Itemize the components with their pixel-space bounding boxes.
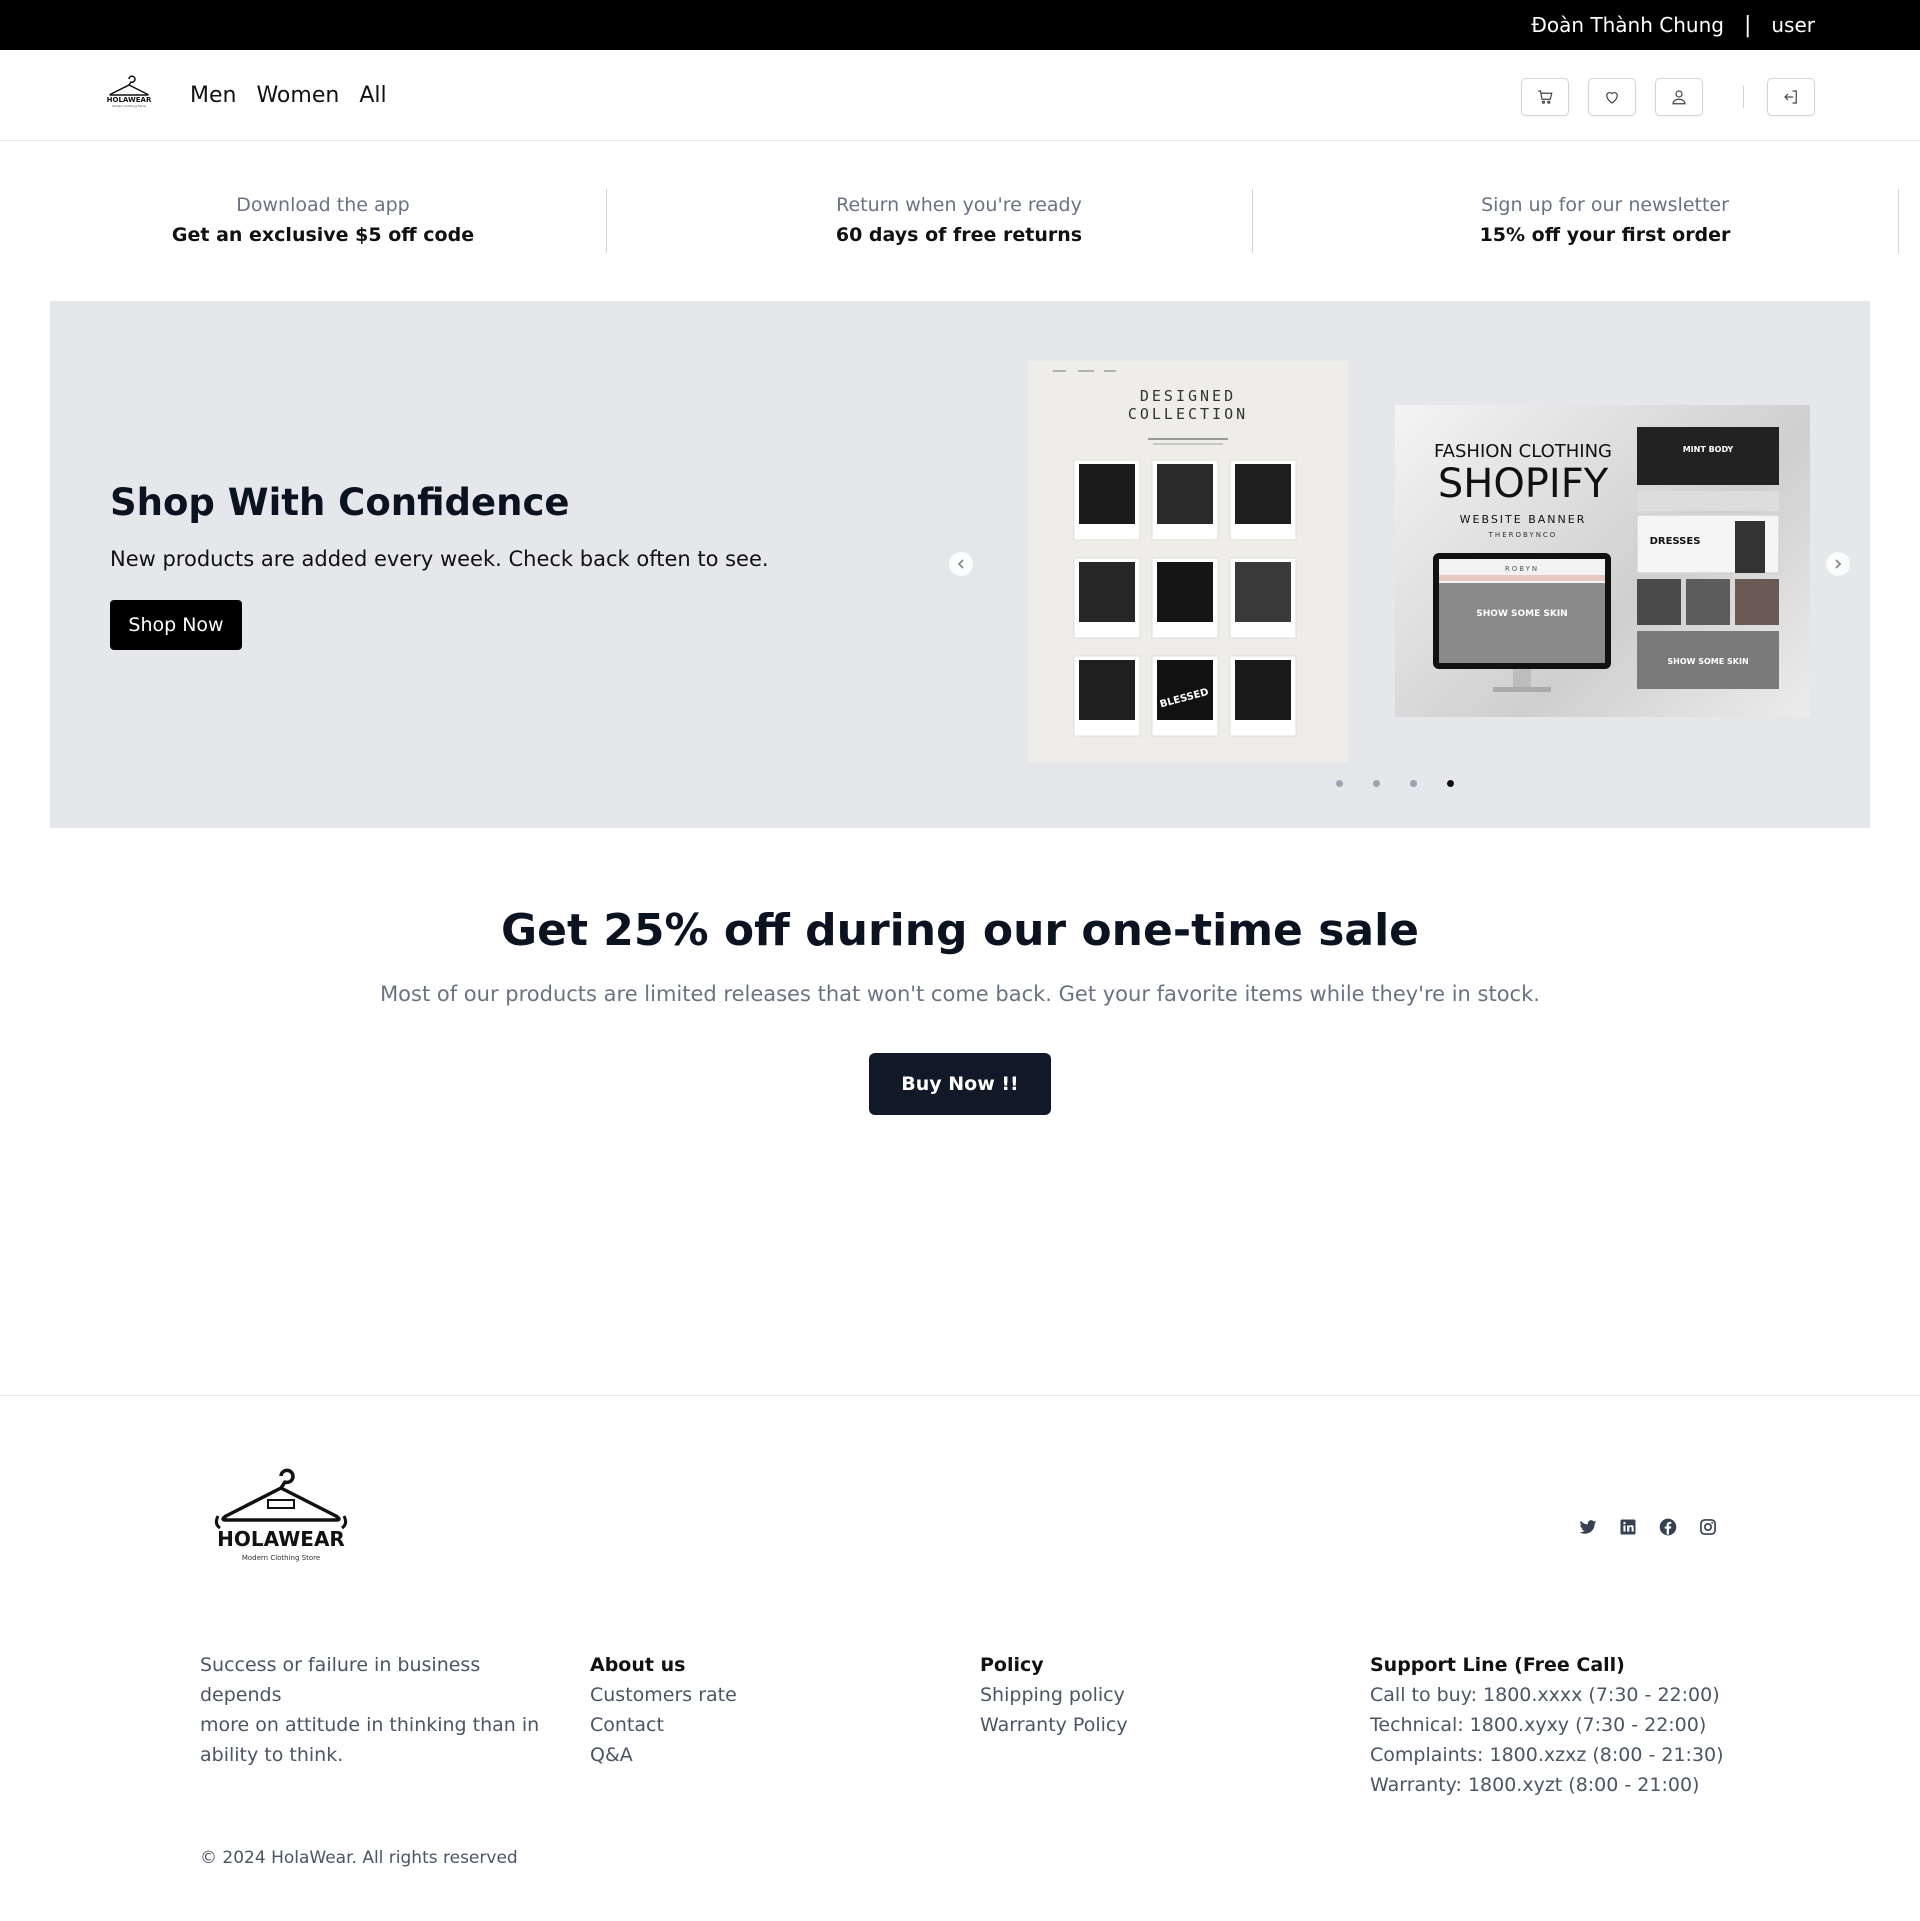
slide2-line4: THEROBYNCO — [1488, 531, 1558, 539]
carousel-dots — [1336, 780, 1454, 787]
logout-button[interactable] — [1767, 78, 1815, 116]
perk-app-main: Get an exclusive $5 off code — [171, 224, 475, 246]
slide2-line1: FASHION CLOTHING — [1434, 441, 1612, 462]
shopify-banner-image: FASHION CLOTHING SHOPIFY WEBSITE BANNER … — [1433, 427, 1780, 692]
buy-now-button[interactable]: Buy Now !! — [869, 1053, 1051, 1115]
user-role[interactable]: user — [1771, 13, 1815, 37]
carousel-dot-4[interactable] — [1447, 780, 1454, 787]
account-button[interactable] — [1655, 78, 1703, 116]
logout-icon — [1784, 90, 1797, 104]
twitter-icon[interactable] — [1578, 1517, 1598, 1537]
hero-title: Shop With Confidence — [110, 481, 570, 524]
sale-subtitle: Most of our products are limited release… — [380, 982, 1540, 1006]
hero-banner: Shop With Confidence New products are ad… — [50, 301, 1870, 828]
top-bar: Đoàn Thành Chung | user — [0, 0, 1920, 50]
user-icon — [1672, 90, 1686, 105]
nav-men[interactable]: Men — [190, 83, 236, 108]
logo-small-text: HOLAWEAR — [107, 96, 152, 104]
header-divider — [1743, 86, 1744, 108]
social-links — [1578, 1517, 1718, 1537]
hero-subtitle: New products are added every week. Check… — [110, 547, 769, 571]
footer-tagline-line: ability to think. — [200, 1744, 344, 1766]
support-line-buy: Call to buy: 1800.xxxx (7:30 - 22:00) — [1370, 1684, 1720, 1706]
footer-link-shipping-policy[interactable]: Shipping policy — [980, 1680, 1128, 1710]
perk-app: Download the app Get an exclusive $5 off… — [0, 190, 646, 250]
holawear-logo-small[interactable]: HOLAWEAR Modern Clothing Store — [106, 75, 152, 109]
sale-title: Get 25% off during our one-time sale — [500, 905, 1420, 956]
slide2-tile3: SHOW SOME SKIN — [1667, 657, 1748, 666]
perk-returns-main: 60 days of free returns — [835, 224, 1083, 246]
slide2-line3: WEBSITE BANNER — [1460, 513, 1587, 526]
slide1-title-2: COLLECTION — [1128, 405, 1248, 423]
perk-divider — [606, 189, 607, 253]
footer-link-contact[interactable]: Contact — [590, 1710, 737, 1740]
user-info: Đoàn Thành Chung | user — [1531, 0, 1815, 50]
logo-small-tagline: Modern Clothing Store — [112, 104, 146, 108]
nav-all[interactable]: All — [359, 83, 386, 108]
cart-icon — [1538, 90, 1553, 104]
perk-newsletter-sub: Sign up for our newsletter — [1481, 194, 1729, 216]
facebook-icon[interactable] — [1658, 1517, 1678, 1537]
footer-support-title: Support Line (Free Call) — [1370, 1654, 1625, 1676]
chevron-right-icon — [1835, 559, 1842, 569]
chevron-left-icon — [957, 559, 964, 569]
perk-returns: Return when you're ready 60 days of free… — [636, 190, 1282, 250]
shop-now-button[interactable]: Shop Now — [110, 600, 242, 650]
support-line-complaints: Complaints: 1800.xzxz (8:00 - 21:30) — [1370, 1744, 1724, 1766]
footer-divider — [0, 1395, 1920, 1396]
logo-text: HOLAWEAR — [217, 1527, 345, 1551]
holawear-logo[interactable]: HOLAWEAR Modern Clothing Store — [212, 1468, 350, 1568]
nav-women[interactable]: Women — [256, 83, 339, 108]
perk-newsletter: Sign up for our newsletter 15% off your … — [1282, 190, 1920, 250]
instagram-icon[interactable] — [1698, 1517, 1718, 1537]
footer-link-warranty-policy[interactable]: Warranty Policy — [980, 1710, 1128, 1740]
site-header: HOLAWEAR Modern Clothing Store Men Women… — [0, 50, 1920, 141]
carousel-slide-shopify-banner[interactable]: FASHION CLOTHING SHOPIFY WEBSITE BANNER … — [1395, 405, 1810, 717]
perk-returns-sub: Return when you're ready — [836, 194, 1082, 216]
perk-divider — [1252, 189, 1253, 253]
designed-collection-image: DESIGNED COLLECTION BLESSED — [1053, 370, 1297, 737]
carousel-dot-1[interactable] — [1336, 780, 1343, 787]
linkedin-icon[interactable] — [1618, 1517, 1638, 1537]
perk-divider — [1898, 189, 1899, 253]
main-nav: Men Women All — [190, 50, 387, 141]
carousel-dot-2[interactable] — [1373, 780, 1380, 787]
footer-about-title: About us — [590, 1654, 686, 1676]
perk-app-sub: Download the app — [236, 194, 410, 216]
slide2-tile2: DRESSES — [1650, 536, 1701, 547]
footer-tagline: Success or failure in business depends m… — [200, 1650, 560, 1770]
slide1-title-1: DESIGNED — [1140, 387, 1236, 405]
user-name[interactable]: Đoàn Thành Chung — [1531, 13, 1724, 37]
footer-support: Support Line (Free Call) Call to buy: 18… — [1370, 1650, 1724, 1800]
footer-link-qa[interactable]: Q&A — [590, 1740, 737, 1770]
footer-tagline-line: more on attitude in thinking than in — [200, 1714, 540, 1736]
slide2-brand: ROBYN — [1505, 565, 1539, 573]
carousel-slide-designed-collection[interactable]: DESIGNED COLLECTION BLESSED — [1028, 361, 1348, 762]
copyright-text: © 2024 HolaWear. All rights reserved — [200, 1848, 518, 1868]
logo-tagline: Modern Clothing Store — [242, 1554, 320, 1562]
perk-newsletter-main: 15% off your first order — [1479, 224, 1731, 246]
slide2-tile1: MINT BODY — [1683, 445, 1734, 454]
user-separator: | — [1743, 12, 1752, 38]
perks-bar: Download the app Get an exclusive $5 off… — [0, 141, 1920, 301]
tshirt-grid: BLESSED — [1073, 459, 1297, 737]
carousel-next-button[interactable] — [1826, 552, 1850, 576]
wishlist-button[interactable] — [1588, 78, 1636, 116]
carousel-dot-3[interactable] — [1410, 780, 1417, 787]
cart-button[interactable] — [1521, 78, 1569, 116]
carousel-prev-button[interactable] — [949, 552, 973, 576]
footer-policy: Policy Shipping policy Warranty Policy — [980, 1650, 1128, 1740]
footer-link-customers-rate[interactable]: Customers rate — [590, 1680, 737, 1710]
support-line-warranty: Warranty: 1800.xyzt (8:00 - 21:00) — [1370, 1774, 1700, 1796]
support-line-technical: Technical: 1800.xyxy (7:30 - 22:00) — [1370, 1714, 1707, 1736]
footer-policy-title: Policy — [980, 1654, 1044, 1676]
slide2-line2: SHOPIFY — [1438, 461, 1609, 507]
heart-icon — [1606, 92, 1618, 104]
footer-about: About us Customers rate Contact Q&A — [590, 1650, 737, 1770]
slide2-cta: SHOW SOME SKIN — [1476, 609, 1567, 619]
footer-tagline-line: Success or failure in business depends — [200, 1654, 481, 1706]
